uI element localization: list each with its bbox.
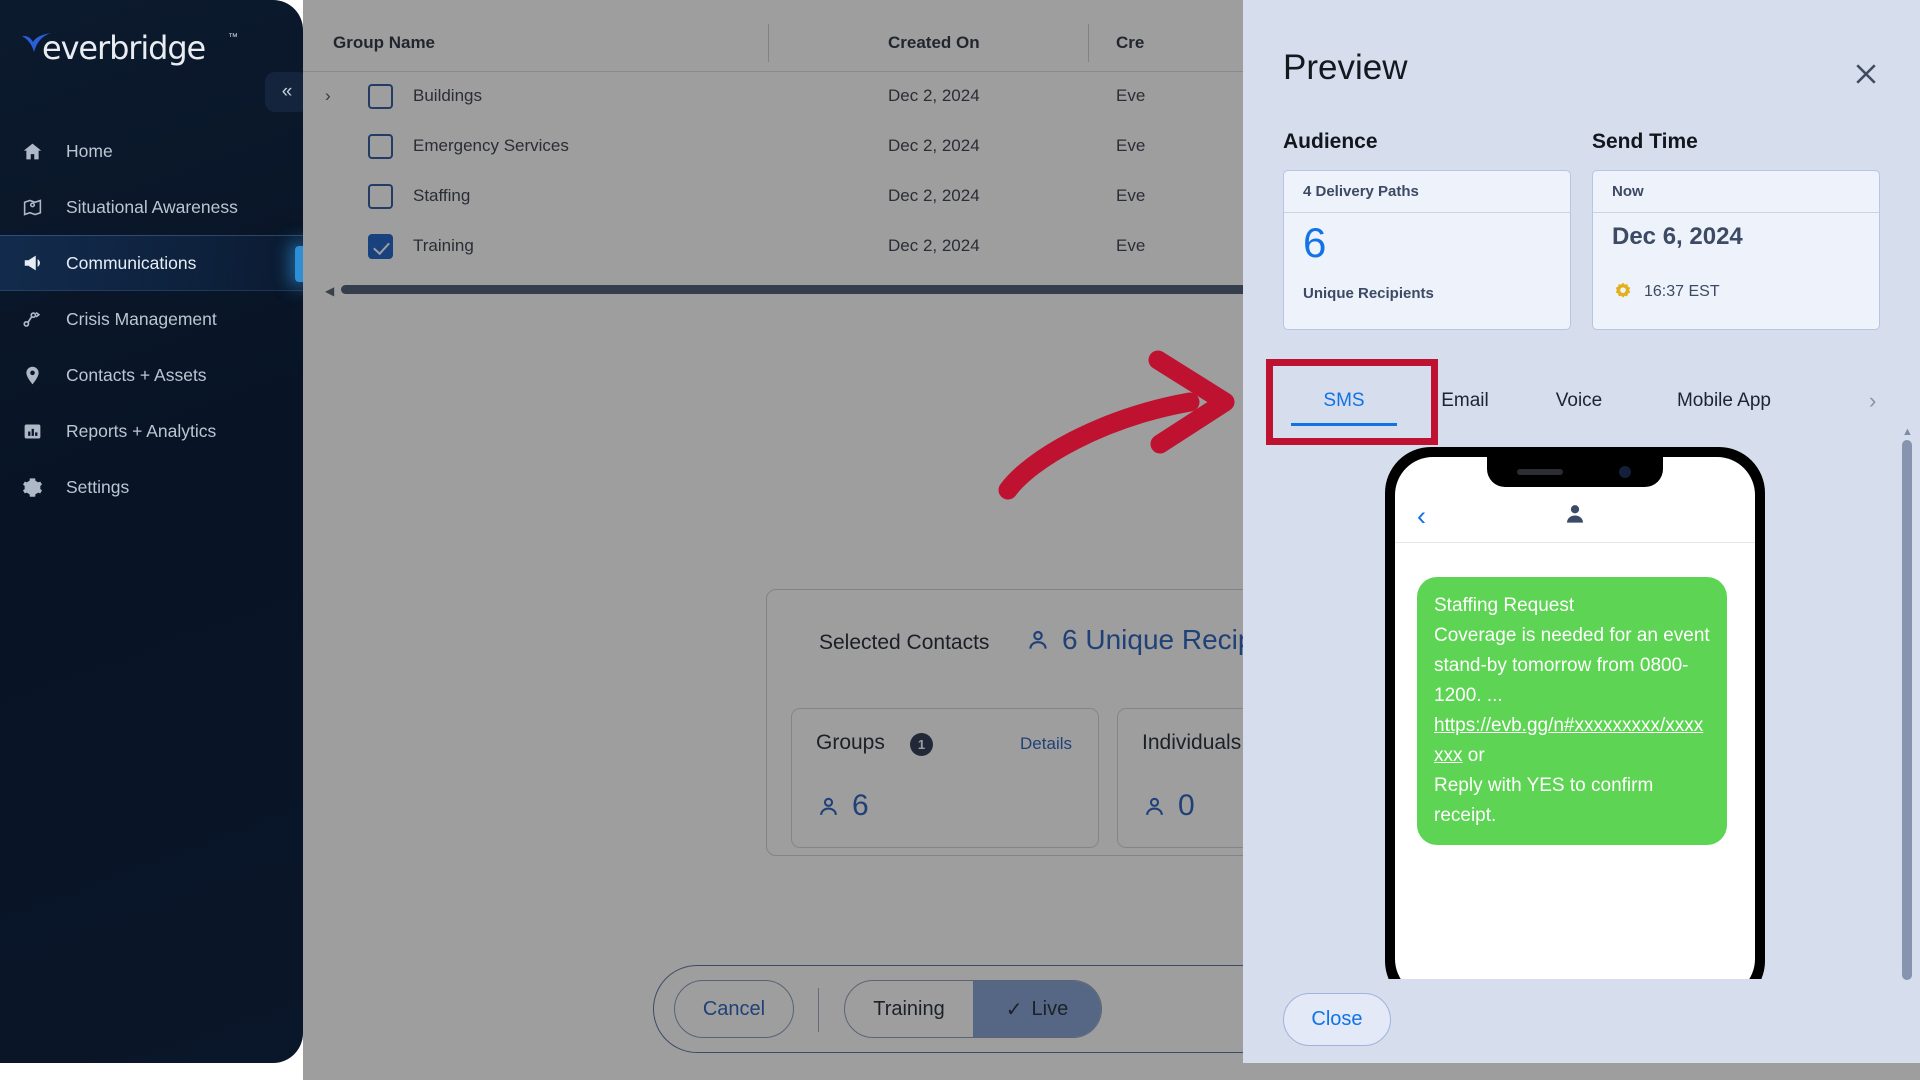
person-icon	[1562, 501, 1588, 532]
logo-trademark: ™	[228, 32, 238, 43]
sidebar-item-label: Settings	[66, 476, 130, 497]
sidebar-item-label: Contacts + Assets	[66, 364, 207, 385]
sidebar-item-settings[interactable]: Settings	[0, 459, 303, 515]
preview-close-button[interactable]: Close	[1283, 993, 1391, 1046]
preview-drawer-footer: Close	[1243, 979, 1920, 1063]
tab-label: Email	[1441, 390, 1489, 411]
scrollbar-thumb[interactable]	[1902, 440, 1912, 980]
sidebar-item-reports-analytics[interactable]: Reports + Analytics	[0, 403, 303, 459]
preview-title: Preview	[1283, 48, 1408, 87]
sidebar-item-label: Home	[66, 140, 113, 161]
map-pin-icon	[22, 197, 52, 218]
sms-line-2: Coverage is needed for an event stand-by…	[1434, 625, 1710, 706]
tab-label: Mobile App	[1676, 390, 1771, 411]
chevron-right-icon[interactable]: ›	[1869, 388, 1876, 414]
gear-icon	[22, 477, 52, 498]
send-time-card: Now Dec 6, 2024 16:37 EST	[1592, 170, 1880, 330]
sms-tail: Reply with YES to confirm receipt.	[1434, 775, 1654, 826]
logo-wordmark: everbridge	[42, 29, 206, 67]
tab-label: SMS	[1323, 390, 1365, 411]
tab-label: Voice	[1555, 390, 1603, 411]
crisis-network-icon	[22, 309, 52, 330]
send-time-value: 16:37 EST	[1612, 281, 1720, 303]
send-time-label: Send Time	[1592, 130, 1698, 153]
sidebar-item-contacts-assets[interactable]: Contacts + Assets	[0, 347, 303, 403]
sidebar-collapse-button[interactable]: «	[265, 72, 303, 112]
sidebar-item-label: Communications	[66, 252, 197, 273]
close-x-icon[interactable]	[1851, 59, 1881, 89]
phone-nav-bar: ‹	[1395, 491, 1755, 543]
home-icon	[22, 141, 52, 162]
bar-chart-icon	[22, 421, 52, 442]
audience-big-value: 6	[1303, 219, 1327, 266]
tab-mobile-app[interactable]: Mobile App	[1639, 370, 1809, 432]
app-root: Group Name Created On Cre › Buildings De…	[0, 0, 1920, 1080]
tab-voice[interactable]: Voice	[1525, 370, 1633, 432]
sidebar: everbridge ™ « Home Situational Awarenes…	[0, 0, 303, 1063]
sms-message-bubble: Staffing Request Coverage is needed for …	[1417, 577, 1727, 845]
gear-clock-icon	[1615, 282, 1631, 298]
send-time-date: Dec 6, 2024	[1612, 223, 1743, 250]
preview-vertical-scrollbar[interactable]: ▲	[1902, 426, 1913, 1010]
channel-tabs: SMS Email Voice Mobile App ›	[1283, 370, 1883, 432]
megaphone-icon	[22, 252, 52, 274]
location-pin-icon	[22, 365, 52, 386]
sidebar-item-crisis-management[interactable]: Crisis Management	[0, 291, 303, 347]
phone-camera-icon	[1619, 466, 1631, 478]
phone-mockup: ‹ Staffing Request Coverage is needed fo…	[1385, 447, 1765, 1007]
audience-sub-label: Unique Recipients	[1303, 285, 1434, 302]
tab-sms[interactable]: SMS	[1283, 370, 1405, 432]
sidebar-nav: Home Situational Awareness Communication…	[0, 123, 303, 515]
phone-screen: ‹ Staffing Request Coverage is needed fo…	[1395, 457, 1755, 997]
phone-speaker	[1517, 469, 1563, 475]
sms-line-1: Staffing Request	[1434, 595, 1575, 616]
sidebar-item-communications[interactable]: Communications	[0, 235, 303, 291]
tab-email[interactable]: Email	[1411, 370, 1519, 432]
phone-notch	[1487, 457, 1663, 487]
sidebar-item-situational-awareness[interactable]: Situational Awareness	[0, 179, 303, 235]
sidebar-item-label: Situational Awareness	[66, 196, 238, 217]
send-time-text: 16:37 EST	[1644, 283, 1720, 300]
chevron-left-icon[interactable]: ‹	[1417, 501, 1426, 532]
scroll-up-arrow-icon[interactable]: ▲	[1902, 426, 1913, 438]
everbridge-logo: everbridge ™	[12, 26, 242, 72]
sidebar-item-home[interactable]: Home	[0, 123, 303, 179]
sms-after-link: or	[1462, 745, 1485, 766]
audience-label: Audience	[1283, 130, 1378, 153]
send-time-card-header: Now	[1593, 171, 1879, 213]
audience-card-header: 4 Delivery Paths	[1284, 171, 1570, 213]
sidebar-item-label: Reports + Analytics	[66, 420, 217, 441]
sidebar-item-label: Crisis Management	[66, 308, 217, 329]
audience-card: 4 Delivery Paths 6 Unique Recipients	[1283, 170, 1571, 330]
